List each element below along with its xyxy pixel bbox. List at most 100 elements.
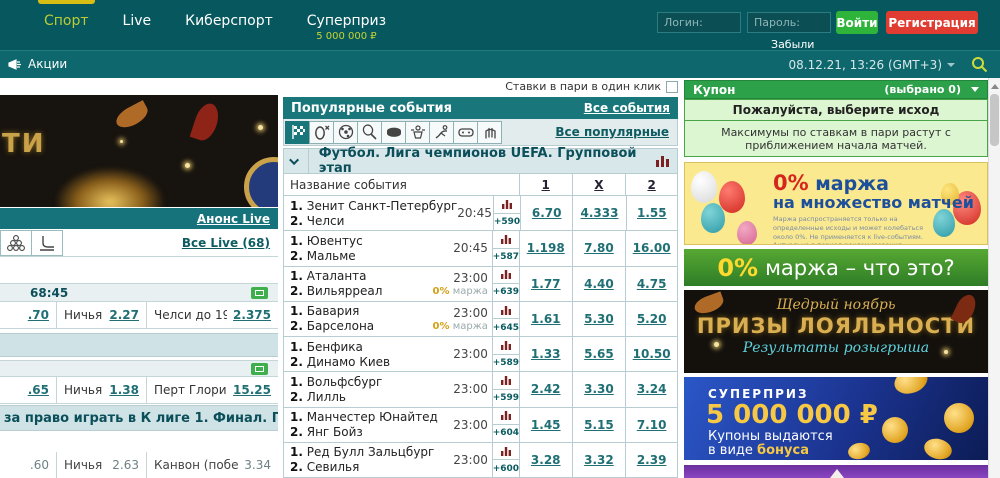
odd-cell-2[interactable]: 7.10 bbox=[626, 408, 677, 442]
more-markets-link[interactable]: +587 bbox=[493, 249, 519, 266]
match-name-cell[interactable]: 1. Зенит Санкт-Петербург2. Челси 20:45 bbox=[284, 196, 494, 230]
live-odd-cell[interactable]: Ничья2.63 bbox=[57, 452, 147, 478]
stats-icon[interactable] bbox=[493, 372, 519, 390]
column-2-header[interactable]: 2 bbox=[626, 174, 677, 195]
odd-cell-1[interactable]: 3.28 bbox=[520, 443, 573, 477]
stats-icon[interactable] bbox=[494, 196, 520, 214]
stats-icon[interactable] bbox=[493, 302, 519, 320]
live-odd-cell[interactable]: Челси до 19 (поб...2.375 bbox=[147, 302, 278, 328]
odd-cell-2[interactable]: 2.39 bbox=[626, 443, 677, 477]
loyalty-prizes-banner[interactable]: Щедрый ноябрь ПРИЗЫ ЛОЯЛЬНОСТИ Результат… bbox=[684, 290, 988, 373]
match-name-cell[interactable]: 1. Манчестер Юнайтед2. Янг Бойз 23:00 bbox=[284, 408, 493, 442]
more-markets-link[interactable]: +604 bbox=[493, 425, 519, 442]
odd-cell-1[interactable]: 1.33 bbox=[520, 337, 573, 371]
nav-superprize[interactable]: Суперприз 5 000 000 ₽ bbox=[307, 0, 386, 42]
stats-icon[interactable] bbox=[493, 443, 519, 461]
live-odd-cell[interactable]: Перт Глори (поб...15.25 bbox=[147, 377, 278, 403]
coupon-header[interactable]: Купон (выбрано 0) bbox=[684, 80, 988, 99]
league-statistics-button[interactable] bbox=[656, 155, 677, 167]
odd-cell-2[interactable]: 5.20 bbox=[626, 302, 677, 336]
handball-icon[interactable] bbox=[477, 121, 502, 144]
statistics-cell[interactable]: +639 bbox=[493, 267, 520, 301]
all-events-link[interactable]: Все события bbox=[584, 101, 670, 115]
martial-arts-icon[interactable] bbox=[429, 121, 454, 144]
live-league-header[interactable]: за право играть в К лиге 1. Финал. Первы… bbox=[0, 405, 278, 431]
vertical-scrollbar[interactable] bbox=[988, 78, 1000, 478]
match-name-cell[interactable]: 1. Ред Булл Зальцбург2. Севилья 23:00 bbox=[284, 443, 493, 477]
statistics-cell[interactable]: +587 bbox=[493, 231, 520, 265]
login-button[interactable]: Войти bbox=[836, 11, 878, 34]
statistics-cell[interactable]: +600 bbox=[493, 443, 520, 477]
match-name-cell[interactable]: 1. Бенфика2. Динамо Киев 23:00 bbox=[284, 337, 493, 371]
more-markets-link[interactable]: +600 bbox=[493, 460, 519, 477]
odd-cell-x[interactable]: 4.40 bbox=[573, 267, 627, 301]
live-league-header[interactable] bbox=[0, 333, 278, 357]
login-input[interactable] bbox=[657, 12, 741, 33]
live-odd-cell[interactable]: Ничья2.27 bbox=[57, 302, 147, 328]
register-button[interactable]: Регистрация bbox=[886, 11, 978, 34]
more-markets-link[interactable]: +599 bbox=[493, 390, 519, 407]
statistics-cell[interactable]: +604 bbox=[493, 408, 520, 442]
bottom-promo-banner[interactable] bbox=[684, 465, 988, 478]
esports-icon[interactable] bbox=[453, 121, 478, 144]
password-input[interactable] bbox=[747, 12, 831, 33]
checkered-flag-icon[interactable] bbox=[285, 121, 310, 144]
more-markets-link[interactable]: +639 bbox=[493, 284, 519, 301]
more-markets-link[interactable]: +589 bbox=[493, 355, 519, 372]
scroll-up-arrow-icon[interactable] bbox=[989, 80, 1000, 92]
margin-explainer-banner[interactable]: 0% маржа – что это? bbox=[684, 249, 988, 286]
odd-cell-2[interactable]: 4.75 bbox=[626, 267, 677, 301]
tennis-icon[interactable] bbox=[357, 121, 382, 144]
odd-cell-x[interactable]: 5.30 bbox=[573, 302, 627, 336]
chevron-down-icon[interactable] bbox=[971, 87, 979, 92]
zero-margin-icon[interactable] bbox=[309, 121, 334, 144]
more-markets-link[interactable]: +645 bbox=[493, 319, 519, 336]
scrollbar-thumb[interactable] bbox=[990, 94, 999, 146]
live-odd-cell[interactable]: .60 bbox=[0, 452, 57, 478]
odd-cell-1[interactable]: 1.61 bbox=[520, 302, 573, 336]
football-icon[interactable] bbox=[333, 121, 358, 144]
live-odd-cell[interactable]: .70 bbox=[0, 302, 57, 328]
all-popular-link[interactable]: Все популярные bbox=[555, 125, 677, 139]
odd-cell-2[interactable]: 16.00 bbox=[626, 231, 677, 265]
promotions-link[interactable]: Акции bbox=[8, 57, 67, 71]
odd-cell-x[interactable]: 5.65 bbox=[573, 337, 627, 371]
nav-sport[interactable]: Спорт bbox=[44, 0, 89, 42]
announce-live-link[interactable]: Анонс Live bbox=[197, 212, 270, 226]
match-name-cell[interactable]: 1. Аталанта2. Вильярреал 23:000% маржа bbox=[284, 267, 493, 301]
odd-cell-2[interactable]: 3.24 bbox=[626, 372, 677, 406]
odd-cell-x[interactable]: 3.32 bbox=[573, 443, 627, 477]
datetime-selector[interactable]: 08.12.21, 13:26 (GMT+3) bbox=[789, 58, 956, 72]
broadcast-badge[interactable] bbox=[251, 363, 268, 375]
stats-icon[interactable] bbox=[493, 408, 519, 426]
odd-cell-x[interactable]: 4.333 bbox=[573, 196, 626, 230]
live-odd-cell[interactable]: .65 bbox=[0, 377, 57, 403]
match-name-cell[interactable]: 1. Бавария2. Барселона 23:000% маржа bbox=[284, 302, 493, 336]
basketball-icon[interactable] bbox=[405, 121, 430, 144]
zero-margin-banner[interactable]: 0% маржа на множество матчей Маржа распр… bbox=[684, 162, 988, 245]
billiards-icon[interactable] bbox=[0, 230, 32, 256]
all-live-link[interactable]: Все Live (68) bbox=[182, 236, 278, 250]
live-odd-cell[interactable]: Канвон (победа)3.34 bbox=[147, 452, 278, 478]
collapse-league-button[interactable] bbox=[284, 149, 309, 173]
odd-cell-2[interactable]: 10.50 bbox=[626, 337, 677, 371]
ice-hockey-icon[interactable] bbox=[381, 121, 406, 144]
statistics-cell[interactable]: +590 bbox=[494, 196, 521, 230]
live-odd-cell[interactable]: Ничья1.38 bbox=[57, 377, 147, 403]
winter-sport-icon[interactable] bbox=[31, 230, 63, 256]
odd-cell-1[interactable]: 1.198 bbox=[520, 231, 573, 265]
broadcast-badge[interactable] bbox=[251, 287, 268, 299]
statistics-cell[interactable]: +599 bbox=[493, 372, 520, 406]
column-1-header[interactable]: 1 bbox=[520, 174, 573, 195]
statistics-cell[interactable]: +645 bbox=[493, 302, 520, 336]
superprize-banner[interactable]: СУПЕРПРИЗ 5 000 000 ₽ Купоны выдаются в … bbox=[684, 377, 988, 460]
stats-icon[interactable] bbox=[493, 267, 519, 285]
odd-cell-1[interactable]: 6.70 bbox=[521, 196, 573, 230]
search-button[interactable] bbox=[971, 56, 988, 73]
odd-cell-1[interactable]: 1.77 bbox=[520, 267, 573, 301]
column-x-header[interactable]: X bbox=[573, 174, 627, 195]
nav-esports[interactable]: Киберспорт bbox=[185, 0, 273, 42]
odd-cell-1[interactable]: 2.42 bbox=[520, 372, 573, 406]
stats-icon[interactable] bbox=[493, 337, 519, 355]
odd-cell-x[interactable]: 3.30 bbox=[573, 372, 627, 406]
